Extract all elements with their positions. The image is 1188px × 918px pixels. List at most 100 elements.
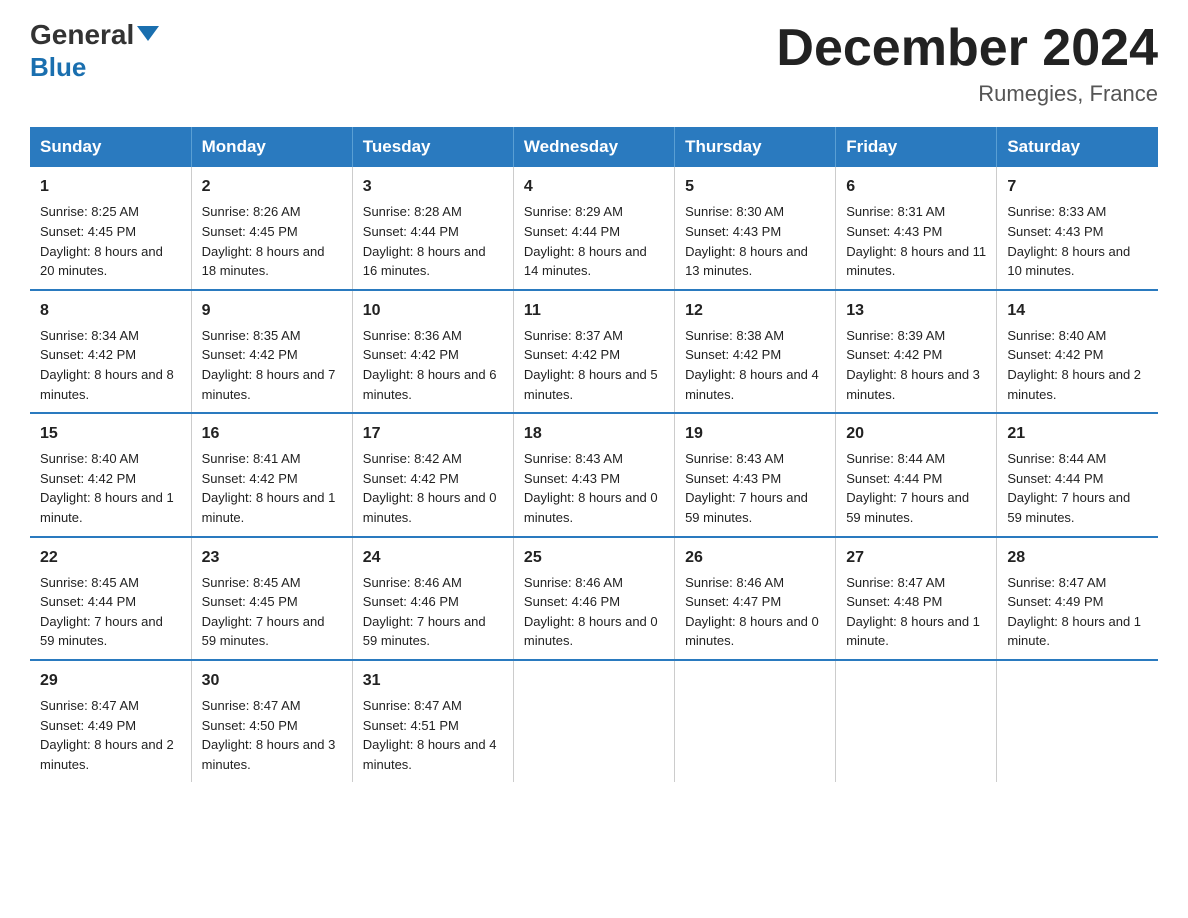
day-number: 19 bbox=[685, 422, 825, 445]
day-number: 20 bbox=[846, 422, 986, 445]
calendar-cell: 14 Sunrise: 8:40 AMSunset: 4:42 PMDayligh… bbox=[997, 290, 1158, 413]
calendar-week-row: 8 Sunrise: 8:34 AMSunset: 4:42 PMDaylight… bbox=[30, 290, 1158, 413]
calendar-week-row: 29 Sunrise: 8:47 AMSunset: 4:49 PMDayligh… bbox=[30, 660, 1158, 782]
calendar-cell: 23 Sunrise: 8:45 AMSunset: 4:45 PMDayligh… bbox=[191, 537, 352, 660]
calendar-cell: 4 Sunrise: 8:29 AMSunset: 4:44 PMDaylight… bbox=[513, 167, 674, 289]
day-number: 8 bbox=[40, 299, 181, 322]
day-number: 23 bbox=[202, 546, 342, 569]
day-info: Sunrise: 8:45 AMSunset: 4:45 PMDaylight:… bbox=[202, 575, 325, 649]
day-number: 5 bbox=[685, 175, 825, 198]
calendar-cell: 18Sunrise: 8:43 AMSunset: 4:43 PMDayligh… bbox=[513, 413, 674, 536]
calendar-cell: 9 Sunrise: 8:35 AMSunset: 4:42 PMDaylight… bbox=[191, 290, 352, 413]
day-number: 3 bbox=[363, 175, 503, 198]
calendar-cell: 1 Sunrise: 8:25 AMSunset: 4:45 PMDaylight… bbox=[30, 167, 191, 289]
col-header-thursday: Thursday bbox=[675, 127, 836, 167]
day-info: Sunrise: 8:44 AMSunset: 4:44 PMDaylight:… bbox=[846, 451, 969, 525]
calendar-cell: 16Sunrise: 8:41 AMSunset: 4:42 PMDayligh… bbox=[191, 413, 352, 536]
day-number: 14 bbox=[1007, 299, 1148, 322]
calendar-table: SundayMondayTuesdayWednesdayThursdayFrid… bbox=[30, 127, 1158, 782]
day-info: Sunrise: 8:47 AMSunset: 4:49 PMDaylight:… bbox=[40, 698, 174, 772]
day-number: 9 bbox=[202, 299, 342, 322]
day-info: Sunrise: 8:47 AMSunset: 4:49 PMDaylight:… bbox=[1007, 575, 1141, 649]
day-number: 31 bbox=[363, 669, 503, 692]
calendar-cell: 25 Sunrise: 8:46 AMSunset: 4:46 PMDayligh… bbox=[513, 537, 674, 660]
calendar-cell: 22 Sunrise: 8:45 AMSunset: 4:44 PMDayligh… bbox=[30, 537, 191, 660]
calendar-cell: 26 Sunrise: 8:46 AMSunset: 4:47 PMDayligh… bbox=[675, 537, 836, 660]
day-number: 15 bbox=[40, 422, 181, 445]
calendar-cell: 30Sunrise: 8:47 AMSunset: 4:50 PMDayligh… bbox=[191, 660, 352, 782]
calendar-cell: 11Sunrise: 8:37 AMSunset: 4:42 PMDayligh… bbox=[513, 290, 674, 413]
day-info: Sunrise: 8:29 AMSunset: 4:44 PMDaylight:… bbox=[524, 204, 647, 278]
day-number: 7 bbox=[1007, 175, 1148, 198]
title-section: December 2024 Rumegies, France bbox=[776, 20, 1158, 107]
calendar-cell: 15 Sunrise: 8:40 AMSunset: 4:42 PMDayligh… bbox=[30, 413, 191, 536]
calendar-header-row: SundayMondayTuesdayWednesdayThursdayFrid… bbox=[30, 127, 1158, 167]
day-info: Sunrise: 8:46 AMSunset: 4:47 PMDaylight:… bbox=[685, 575, 819, 649]
day-info: Sunrise: 8:25 AMSunset: 4:45 PMDaylight:… bbox=[40, 204, 163, 278]
day-info: Sunrise: 8:35 AMSunset: 4:42 PMDaylight:… bbox=[202, 328, 336, 402]
month-title: December 2024 bbox=[776, 20, 1158, 77]
day-info: Sunrise: 8:30 AMSunset: 4:43 PMDaylight:… bbox=[685, 204, 808, 278]
calendar-cell: 21 Sunrise: 8:44 AMSunset: 4:44 PMDayligh… bbox=[997, 413, 1158, 536]
day-info: Sunrise: 8:42 AMSunset: 4:42 PMDaylight:… bbox=[363, 451, 497, 525]
location: Rumegies, France bbox=[776, 81, 1158, 107]
day-number: 13 bbox=[846, 299, 986, 322]
day-number: 21 bbox=[1007, 422, 1148, 445]
day-number: 25 bbox=[524, 546, 664, 569]
day-number: 1 bbox=[40, 175, 181, 198]
day-info: Sunrise: 8:45 AMSunset: 4:44 PMDaylight:… bbox=[40, 575, 163, 649]
day-number: 27 bbox=[846, 546, 986, 569]
day-number: 18 bbox=[524, 422, 664, 445]
day-info: Sunrise: 8:26 AMSunset: 4:45 PMDaylight:… bbox=[202, 204, 325, 278]
day-number: 16 bbox=[202, 422, 342, 445]
col-header-tuesday: Tuesday bbox=[352, 127, 513, 167]
day-info: Sunrise: 8:46 AMSunset: 4:46 PMDaylight:… bbox=[363, 575, 486, 649]
day-number: 4 bbox=[524, 175, 664, 198]
day-number: 11 bbox=[524, 299, 664, 322]
calendar-cell: 7 Sunrise: 8:33 AMSunset: 4:43 PMDaylight… bbox=[997, 167, 1158, 289]
calendar-cell: 3 Sunrise: 8:28 AMSunset: 4:44 PMDaylight… bbox=[352, 167, 513, 289]
col-header-friday: Friday bbox=[836, 127, 997, 167]
calendar-cell: 27 Sunrise: 8:47 AMSunset: 4:48 PMDayligh… bbox=[836, 537, 997, 660]
day-info: Sunrise: 8:40 AMSunset: 4:42 PMDaylight:… bbox=[40, 451, 174, 525]
col-header-sunday: Sunday bbox=[30, 127, 191, 167]
col-header-saturday: Saturday bbox=[997, 127, 1158, 167]
day-info: Sunrise: 8:46 AMSunset: 4:46 PMDaylight:… bbox=[524, 575, 658, 649]
day-info: Sunrise: 8:39 AMSunset: 4:42 PMDaylight:… bbox=[846, 328, 980, 402]
calendar-cell: 29 Sunrise: 8:47 AMSunset: 4:49 PMDayligh… bbox=[30, 660, 191, 782]
calendar-cell: 24 Sunrise: 8:46 AMSunset: 4:46 PMDayligh… bbox=[352, 537, 513, 660]
col-header-wednesday: Wednesday bbox=[513, 127, 674, 167]
calendar-cell: 6Sunrise: 8:31 AMSunset: 4:43 PMDaylight… bbox=[836, 167, 997, 289]
page-header: General Blue December 2024 Rumegies, Fra… bbox=[30, 20, 1158, 107]
day-number: 17 bbox=[363, 422, 503, 445]
calendar-week-row: 22 Sunrise: 8:45 AMSunset: 4:44 PMDayligh… bbox=[30, 537, 1158, 660]
calendar-cell: 5 Sunrise: 8:30 AMSunset: 4:43 PMDaylight… bbox=[675, 167, 836, 289]
day-info: Sunrise: 8:38 AMSunset: 4:42 PMDaylight:… bbox=[685, 328, 819, 402]
day-number: 29 bbox=[40, 669, 181, 692]
day-info: Sunrise: 8:33 AMSunset: 4:43 PMDaylight:… bbox=[1007, 204, 1130, 278]
day-info: Sunrise: 8:28 AMSunset: 4:44 PMDaylight:… bbox=[363, 204, 486, 278]
day-info: Sunrise: 8:31 AMSunset: 4:43 PMDaylight:… bbox=[846, 204, 986, 278]
day-info: Sunrise: 8:36 AMSunset: 4:42 PMDaylight:… bbox=[363, 328, 497, 402]
day-number: 2 bbox=[202, 175, 342, 198]
calendar-cell: 28Sunrise: 8:47 AMSunset: 4:49 PMDayligh… bbox=[997, 537, 1158, 660]
calendar-cell: 13 Sunrise: 8:39 AMSunset: 4:42 PMDayligh… bbox=[836, 290, 997, 413]
day-number: 12 bbox=[685, 299, 825, 322]
calendar-cell: 12 Sunrise: 8:38 AMSunset: 4:42 PMDayligh… bbox=[675, 290, 836, 413]
calendar-cell: 2 Sunrise: 8:26 AMSunset: 4:45 PMDaylight… bbox=[191, 167, 352, 289]
day-number: 24 bbox=[363, 546, 503, 569]
day-info: Sunrise: 8:40 AMSunset: 4:42 PMDaylight:… bbox=[1007, 328, 1141, 402]
calendar-cell bbox=[836, 660, 997, 782]
day-info: Sunrise: 8:47 AMSunset: 4:50 PMDaylight:… bbox=[202, 698, 336, 772]
day-number: 22 bbox=[40, 546, 181, 569]
calendar-cell bbox=[997, 660, 1158, 782]
calendar-cell: 17 Sunrise: 8:42 AMSunset: 4:42 PMDayligh… bbox=[352, 413, 513, 536]
day-number: 10 bbox=[363, 299, 503, 322]
calendar-cell bbox=[675, 660, 836, 782]
calendar-cell: 31Sunrise: 8:47 AMSunset: 4:51 PMDayligh… bbox=[352, 660, 513, 782]
calendar-cell bbox=[513, 660, 674, 782]
day-info: Sunrise: 8:44 AMSunset: 4:44 PMDaylight:… bbox=[1007, 451, 1130, 525]
day-number: 26 bbox=[685, 546, 825, 569]
day-info: Sunrise: 8:47 AMSunset: 4:48 PMDaylight:… bbox=[846, 575, 980, 649]
day-info: Sunrise: 8:34 AMSunset: 4:42 PMDaylight:… bbox=[40, 328, 174, 402]
